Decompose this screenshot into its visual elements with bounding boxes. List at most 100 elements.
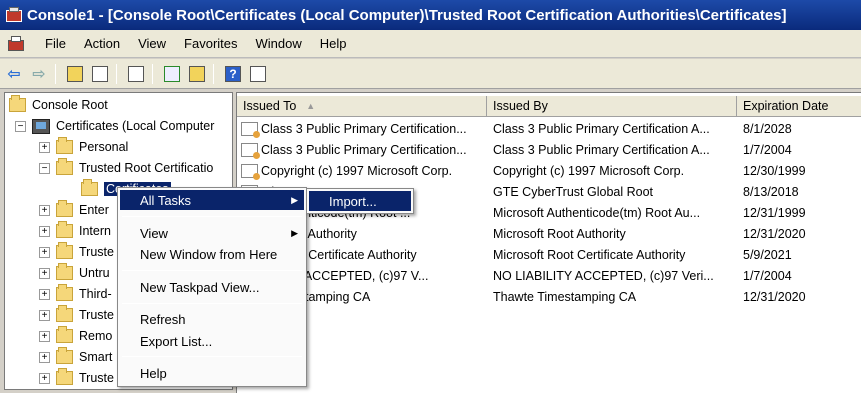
- table-row[interactable]: ...t Root Authority Microsoft Root Author…: [237, 223, 861, 244]
- table-row[interactable]: Class 3 Public Primary Certification... C…: [237, 139, 861, 160]
- menu-view[interactable]: View: [129, 36, 175, 51]
- menu-file[interactable]: File: [36, 36, 75, 51]
- folder-icon: [56, 158, 73, 175]
- computer-icon: [32, 118, 50, 134]
- menu-separator: [122, 216, 302, 217]
- table-row[interactable]: ...t Root Certificate Authority Microsoft…: [237, 244, 861, 265]
- certificate-icon: [241, 121, 260, 138]
- console-menu-icon[interactable]: [8, 35, 26, 52]
- expand-icon[interactable]: +: [39, 330, 50, 342]
- folder-icon: [56, 200, 73, 217]
- collapse-icon[interactable]: −: [15, 120, 26, 132]
- expand-icon[interactable]: +: [39, 351, 50, 363]
- column-header-issued-to[interactable]: Issued To ▲: [237, 96, 487, 117]
- tree-item-third-party[interactable]: + Third-: [39, 284, 112, 304]
- menu-item-new-window[interactable]: New Window from Here: [120, 244, 304, 264]
- menu-item-export-list[interactable]: Export List...: [120, 331, 304, 351]
- menu-action[interactable]: Action: [75, 36, 129, 51]
- tree-item-personal[interactable]: + Personal: [39, 137, 128, 157]
- menu-item-import[interactable]: Import...: [309, 191, 411, 211]
- export-list-icon[interactable]: [186, 63, 208, 85]
- menu-separator: [122, 356, 302, 357]
- menu-bar: File Action View Favorites Window Help: [0, 30, 861, 58]
- tree-item-enterprise[interactable]: + Enter: [39, 200, 109, 220]
- certificate-icon: [241, 163, 260, 180]
- table-row[interactable]: Copyright (c) 1997 Microsoft Corp. Copyri…: [237, 160, 861, 181]
- tree-item-trusted-publishers[interactable]: + Truste: [39, 242, 114, 262]
- folder-icon: [56, 305, 73, 322]
- expand-icon[interactable]: +: [39, 309, 50, 321]
- toolbar-separator: [55, 63, 56, 84]
- expand-icon[interactable]: +: [39, 225, 50, 237]
- tree-label: Truste: [79, 371, 114, 385]
- tree-item-smart-card[interactable]: + Smart: [39, 347, 112, 367]
- folder-icon: [56, 221, 73, 238]
- menu-item-help[interactable]: Help: [120, 363, 304, 383]
- tree-item-trusted-devices[interactable]: + Truste: [39, 368, 114, 388]
- menu-separator: [122, 270, 302, 271]
- issued-to-text: Class 3 Public Primary Certification...: [261, 142, 467, 157]
- cell-issued-to: Class 3 Public Primary Certification...: [241, 118, 487, 139]
- tree-item-trusted-root[interactable]: − Trusted Root Certificatio: [39, 158, 213, 178]
- menu-item-refresh[interactable]: Refresh: [120, 309, 304, 329]
- expand-icon[interactable]: +: [39, 267, 50, 279]
- menu-favorites[interactable]: Favorites: [175, 36, 246, 51]
- tree-item-intermediate[interactable]: + Intern: [39, 221, 111, 241]
- expand-icon[interactable]: +: [39, 372, 50, 384]
- column-header-expiration-date[interactable]: Expiration Date: [737, 96, 861, 117]
- cell-expiration-date: 5/9/2021: [743, 247, 792, 262]
- table-row[interactable]: Class 3 Public Primary Certification... C…: [237, 118, 861, 139]
- forward-icon[interactable]: ⇨: [28, 63, 50, 85]
- help-icon[interactable]: ?: [222, 63, 244, 85]
- expand-icon[interactable]: +: [39, 204, 50, 216]
- mmc-app-icon[interactable]: [5, 7, 23, 23]
- certificate-list[interactable]: Issued To ▲ Issued By Expiration Date Cl…: [236, 92, 861, 393]
- menu-item-view[interactable]: View ▶: [120, 223, 304, 243]
- tree-label: Console Root: [32, 98, 108, 112]
- title-bar[interactable]: Console1 - [Console Root\Certificates (L…: [0, 0, 861, 30]
- folder-icon: [56, 242, 73, 259]
- cell-issued-to: Class 3 Public Primary Certification...: [241, 139, 487, 160]
- cell-expiration-date: 8/13/2018: [743, 184, 799, 199]
- properties-icon[interactable]: [125, 63, 147, 85]
- cell-issued-by: Copyright (c) 1997 Microsoft Corp.: [493, 163, 685, 178]
- context-menu: All Tasks ▶ View ▶ New Window from Here …: [117, 187, 307, 387]
- back-icon[interactable]: ⇦: [3, 63, 25, 85]
- cell-issued-by: Microsoft Root Authority: [493, 226, 626, 241]
- menu-item-label: Import...: [329, 193, 377, 209]
- toolbar-separator: [152, 63, 153, 84]
- window-title: Console1 - [Console Root\Certificates (L…: [27, 6, 787, 24]
- tree-item-certificates-local[interactable]: − Certificates (Local Computer: [15, 116, 214, 136]
- menu-help[interactable]: Help: [311, 36, 356, 51]
- expand-icon[interactable]: +: [39, 141, 50, 153]
- table-row[interactable]: ...Timestamping CA Thawte Timestamping CA…: [237, 286, 861, 307]
- menu-item-new-taskpad[interactable]: New Taskpad View...: [120, 277, 304, 297]
- tree-item-untrusted[interactable]: + Untru: [39, 263, 110, 283]
- tree-label: Trusted Root Certificatio: [79, 161, 214, 175]
- folder-icon: [9, 95, 26, 112]
- tree-item-remote[interactable]: + Remo: [39, 326, 112, 346]
- column-label: Issued By: [493, 99, 548, 113]
- expand-icon[interactable]: +: [39, 246, 50, 258]
- show-hide-tree-icon[interactable]: [89, 63, 111, 85]
- menu-window[interactable]: Window: [247, 36, 311, 51]
- menu-item-all-tasks[interactable]: All Tasks ▶: [120, 190, 304, 210]
- folder-icon: [56, 368, 73, 385]
- tree-label: Intern: [79, 224, 111, 238]
- up-folder-icon[interactable]: [64, 63, 86, 85]
- refresh-icon[interactable]: [161, 63, 183, 85]
- all-tasks-submenu: Import...: [306, 188, 414, 214]
- menu-item-label: New Taskpad View...: [140, 279, 260, 295]
- expand-icon[interactable]: +: [39, 288, 50, 300]
- tree-item-console-root[interactable]: Console Root: [9, 95, 108, 115]
- tree-label: Remo: [79, 329, 113, 343]
- menu-item-label: Refresh: [140, 311, 186, 327]
- tree-item-trusted-people[interactable]: + Truste: [39, 305, 114, 325]
- column-header-issued-by[interactable]: Issued By: [487, 96, 737, 117]
- cell-issued-by: Class 3 Public Primary Certification A..…: [493, 121, 710, 136]
- table-row[interactable]: ...ILITY ACCEPTED, (c)97 V... NO LIABILIT…: [237, 265, 861, 286]
- submenu-arrow-icon: ▶: [291, 194, 298, 205]
- show-hide-action-pane-icon[interactable]: [247, 63, 269, 85]
- column-label: Expiration Date: [743, 99, 829, 113]
- collapse-icon[interactable]: −: [39, 162, 50, 174]
